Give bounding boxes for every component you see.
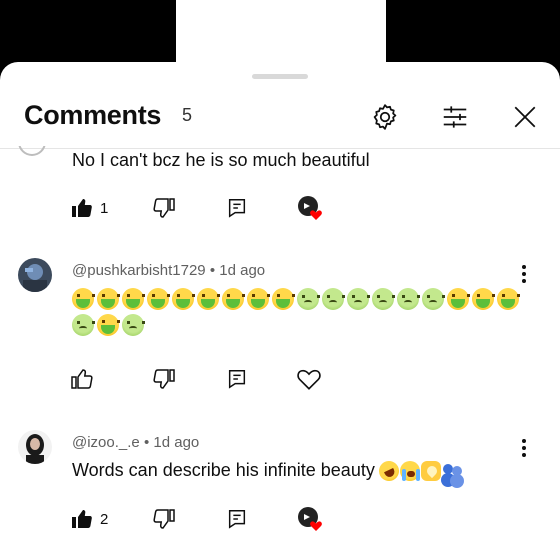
timestamp: 1d ago bbox=[219, 262, 266, 279]
thumbs-down-icon bbox=[153, 369, 175, 389]
like-button[interactable] bbox=[70, 364, 94, 394]
separator-dot: • bbox=[143, 434, 150, 451]
drag-handle[interactable] bbox=[252, 74, 308, 79]
thumbs-up-filled-icon bbox=[72, 199, 92, 217]
vomit-emoji bbox=[472, 288, 495, 310]
reply-button[interactable] bbox=[226, 504, 248, 534]
comment-meta: @izoo._.e • 1d ago bbox=[72, 434, 199, 451]
more-vert-icon bbox=[522, 265, 526, 283]
comment-actions: 2 bbox=[70, 504, 360, 534]
reply-icon bbox=[228, 199, 246, 218]
vomit-emoji bbox=[72, 288, 95, 310]
reply-button[interactable] bbox=[226, 364, 248, 394]
close-button[interactable] bbox=[508, 100, 542, 134]
heart-button[interactable] bbox=[296, 364, 322, 394]
timestamp: 1d ago bbox=[153, 434, 200, 451]
cry-emoji bbox=[399, 461, 420, 482]
dislike-button[interactable] bbox=[152, 193, 176, 223]
settings-icon bbox=[373, 104, 397, 130]
comments-header: Comments 5 bbox=[0, 90, 560, 150]
nausea-emoji bbox=[297, 288, 320, 310]
reply-icon bbox=[228, 370, 246, 389]
creator-heart-icon bbox=[298, 507, 322, 531]
vomit-emoji bbox=[172, 288, 195, 310]
more-vert-icon bbox=[522, 439, 526, 457]
emoji-group bbox=[375, 457, 462, 485]
like-button[interactable]: 1 bbox=[70, 193, 108, 223]
author-handle[interactable]: @izoo._.e bbox=[72, 434, 140, 451]
creator-heart[interactable] bbox=[296, 504, 324, 534]
nausea-emoji bbox=[422, 288, 445, 310]
settings-button[interactable] bbox=[368, 100, 402, 134]
vomit-emoji bbox=[272, 288, 295, 310]
comment-text-line: Words can describe his infinite beauty bbox=[72, 457, 462, 485]
creator-heart[interactable] bbox=[296, 193, 324, 223]
rofl-emoji bbox=[375, 457, 403, 485]
filter-button[interactable] bbox=[438, 100, 472, 134]
vomit-emoji bbox=[497, 288, 520, 310]
creator-heart-icon bbox=[298, 196, 322, 220]
dislike-button[interactable] bbox=[152, 364, 176, 394]
reply-icon bbox=[228, 510, 246, 529]
header-divider bbox=[0, 148, 560, 149]
comments-title: Comments bbox=[24, 100, 162, 130]
nausea-emoji bbox=[322, 288, 345, 310]
vomit-emoji bbox=[247, 288, 270, 310]
vomit-emoji bbox=[97, 288, 120, 310]
author-handle[interactable]: @pushkarbisht1729 bbox=[72, 262, 206, 279]
nausea-emoji bbox=[372, 288, 395, 310]
comment-text: No I can't bcz he is so much beautiful bbox=[72, 150, 370, 170]
like-count: 1 bbox=[100, 199, 109, 217]
more-options-button[interactable] bbox=[514, 262, 534, 286]
nausea-emoji bbox=[397, 288, 420, 310]
video-player-area[interactable] bbox=[0, 0, 560, 70]
video-frame bbox=[176, 0, 386, 70]
vomit-emoji bbox=[197, 288, 220, 310]
filter-icon bbox=[443, 106, 467, 128]
comments-count: 5 bbox=[182, 105, 193, 125]
like-count: 2 bbox=[100, 510, 109, 528]
heart-hands-emoji bbox=[420, 461, 441, 482]
vomit-emoji bbox=[222, 288, 245, 310]
vomit-emoji bbox=[447, 288, 470, 310]
like-button[interactable]: 2 bbox=[70, 504, 108, 534]
hug-emoji bbox=[442, 461, 462, 481]
emoji-line bbox=[72, 288, 520, 310]
thumbs-down-icon bbox=[153, 509, 175, 529]
more-options-button[interactable] bbox=[514, 436, 534, 460]
nausea-emoji bbox=[347, 288, 370, 310]
heart-outline-icon bbox=[297, 369, 321, 390]
emoji-line bbox=[72, 314, 145, 336]
avatar[interactable] bbox=[18, 258, 52, 292]
comments-sheet: Comments 5 No I can't bcz he is so much … bbox=[0, 62, 560, 560]
vomit-emoji bbox=[122, 288, 145, 310]
nausea-emoji bbox=[122, 314, 145, 336]
nausea-emoji bbox=[72, 314, 95, 336]
comment-actions bbox=[70, 364, 360, 394]
reply-button[interactable] bbox=[226, 193, 248, 223]
comment-text: Words can describe his infinite beauty bbox=[72, 460, 375, 480]
close-icon bbox=[514, 106, 536, 128]
vomit-emoji bbox=[147, 288, 170, 310]
thumbs-up-icon bbox=[71, 369, 93, 389]
comment-meta: @pushkarbisht1729 • 1d ago bbox=[72, 262, 265, 279]
vomit-emoji bbox=[97, 314, 120, 336]
avatar[interactable] bbox=[18, 430, 52, 464]
dislike-button[interactable] bbox=[152, 504, 176, 534]
thumbs-down-icon bbox=[153, 198, 175, 218]
separator-dot: • bbox=[209, 262, 216, 279]
comment-actions: 1 bbox=[70, 193, 360, 223]
thumbs-up-filled-icon bbox=[72, 510, 92, 528]
